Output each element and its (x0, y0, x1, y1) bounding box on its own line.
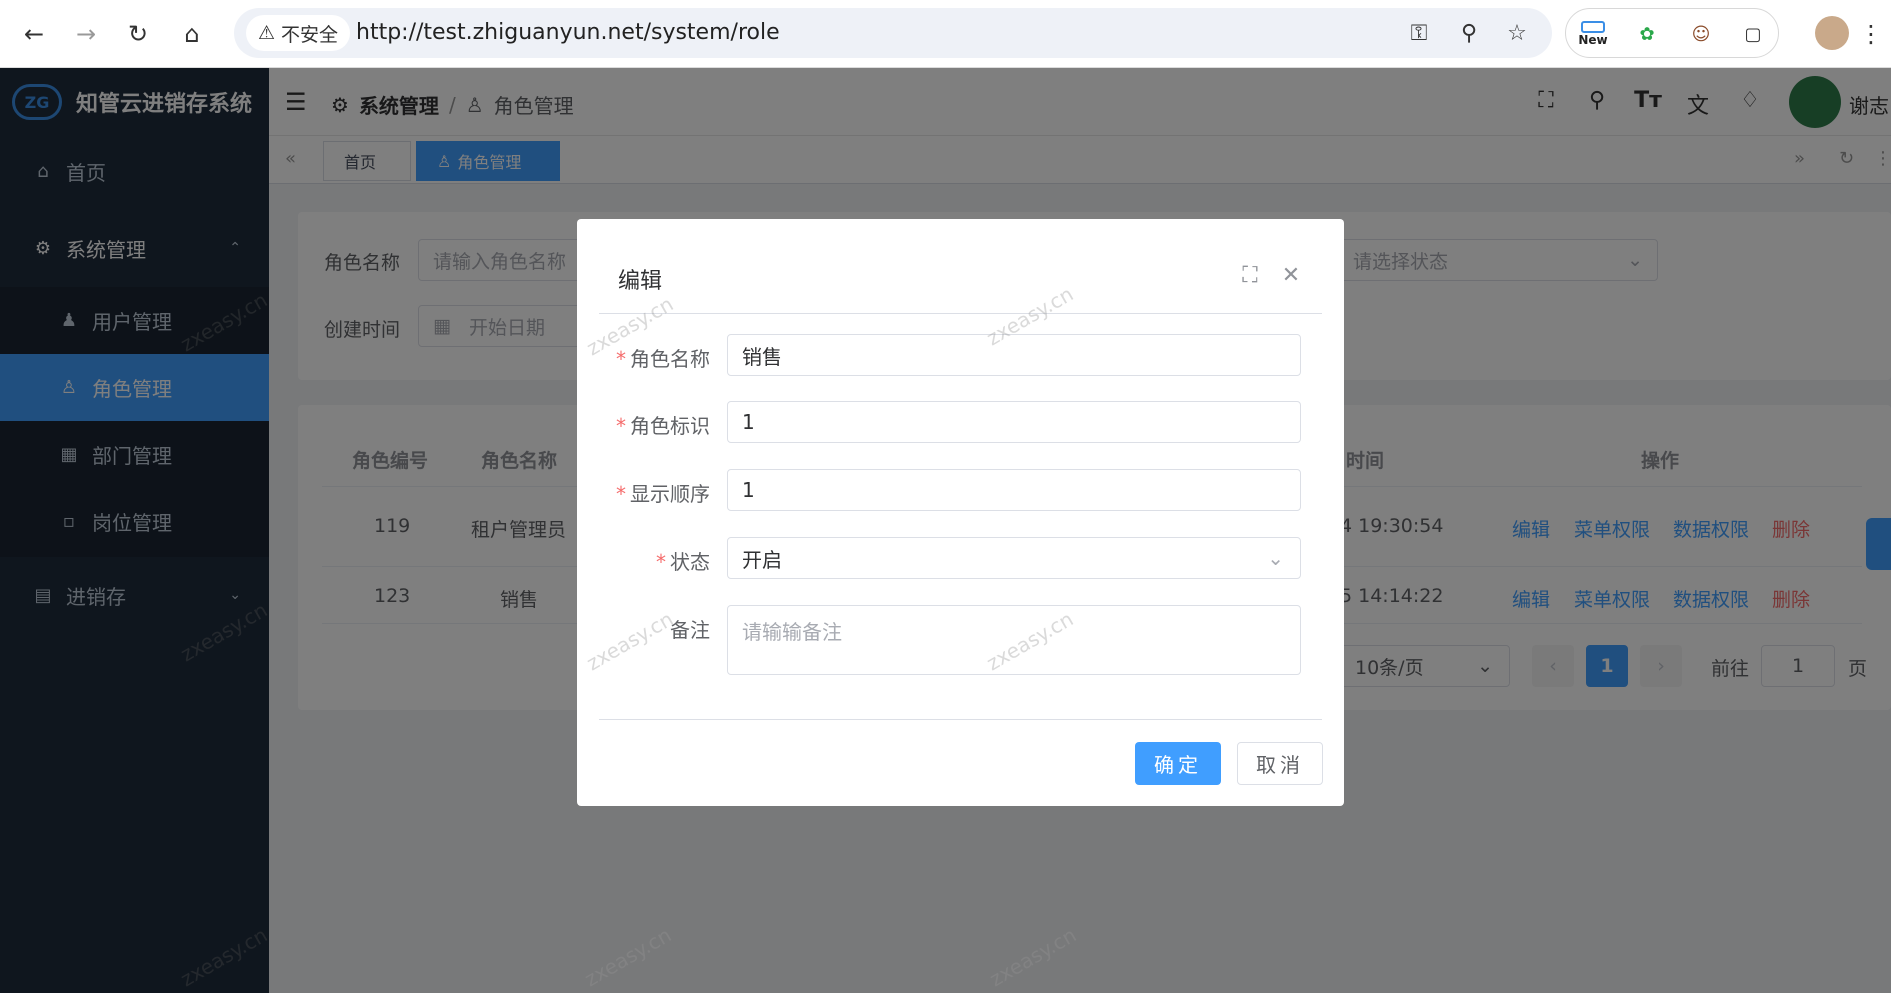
extensions-group: New ✿ ☺ ▢ (1565, 8, 1779, 58)
warning-icon: ⚠ (258, 22, 276, 44)
close-icon[interactable]: ✕ (1279, 263, 1303, 288)
zoom-icon[interactable]: ⚲ (1454, 18, 1484, 48)
insecure-badge[interactable]: ⚠ 不安全 (246, 15, 351, 51)
profile-avatar[interactable] (1815, 16, 1849, 50)
star-icon[interactable]: ☆ (1502, 18, 1532, 48)
puzzle-icon[interactable]: ▢ (1736, 17, 1770, 51)
home-icon[interactable]: ⌂ (172, 14, 212, 54)
dialog-title: 编辑 (618, 269, 663, 294)
status-label: * 状态 (656, 550, 710, 574)
url-text[interactable]: http://test.zhiguanyun.net/system/role (356, 20, 780, 45)
more-icon[interactable]: ⋮ (1856, 14, 1886, 54)
dialog-footer-divider (599, 719, 1322, 720)
role-key-input[interactable]: 1 (727, 401, 1301, 443)
edit-role-dialog: 编辑 ⛶ ✕ * 角色名称 销售 * 角色标识 1 * 显示顺序 1 * 状态 开启 ⌄… (577, 219, 1344, 806)
status-select[interactable]: 开启 ⌄ (727, 537, 1301, 579)
display-order-input[interactable]: 1 (727, 469, 1301, 511)
dialog-header-divider (599, 313, 1322, 314)
remark-label: 备注 (670, 618, 710, 642)
reload-icon[interactable]: ↻ (118, 14, 158, 54)
browser-toolbar: ← → ↻ ⌂ ⚠ 不安全 http://test.zhiguanyun.net… (0, 0, 1891, 68)
avatar-extension-icon[interactable]: ☺ (1684, 17, 1718, 51)
new-extension-icon[interactable]: New (1576, 17, 1610, 51)
address-bar[interactable]: ⚠ 不安全 http://test.zhiguanyun.net/system/… (234, 8, 1552, 58)
back-icon[interactable]: ← (14, 14, 54, 54)
role-name-label: * 角色名称 (616, 347, 710, 371)
role-key-label: * 角色标识 (616, 414, 710, 438)
forward-icon[interactable]: → (66, 14, 106, 54)
remark-textarea[interactable]: 请输输备注 (727, 605, 1301, 675)
confirm-button[interactable]: 确定 (1135, 742, 1221, 785)
display-order-label: * 显示顺序 (616, 482, 710, 506)
leaf-extension-icon[interactable]: ✿ (1630, 17, 1664, 51)
role-name-input[interactable]: 销售 (727, 334, 1301, 376)
maximize-icon[interactable]: ⛶ (1238, 263, 1262, 288)
cancel-button[interactable]: 取消 (1237, 742, 1323, 785)
chevron-down-icon: ⌄ (1267, 546, 1284, 570)
key-icon[interactable]: ⚿ (1404, 18, 1434, 48)
